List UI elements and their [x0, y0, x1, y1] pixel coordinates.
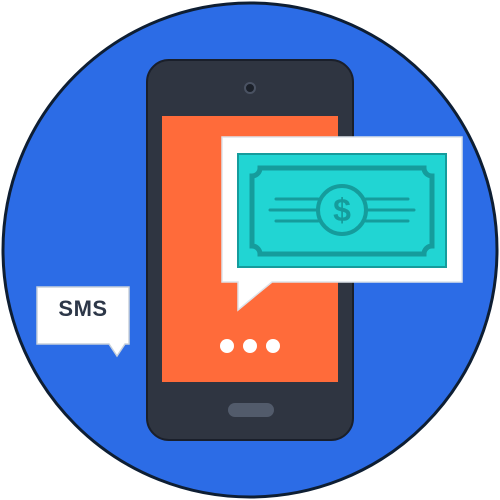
phone-camera — [244, 82, 256, 94]
typing-dots-icon — [220, 339, 280, 353]
typing-dot — [220, 339, 234, 353]
sms-label: SMS — [58, 296, 108, 321]
illustration-svg: $ — [1, 1, 499, 499]
banknote-icon: $ — [237, 153, 447, 268]
sms-payment-illustration: $ SMS — [0, 0, 500, 500]
phone-home-button — [228, 403, 274, 417]
typing-dot — [243, 339, 257, 353]
typing-dot — [266, 339, 280, 353]
dollar-icon: $ — [333, 192, 351, 228]
